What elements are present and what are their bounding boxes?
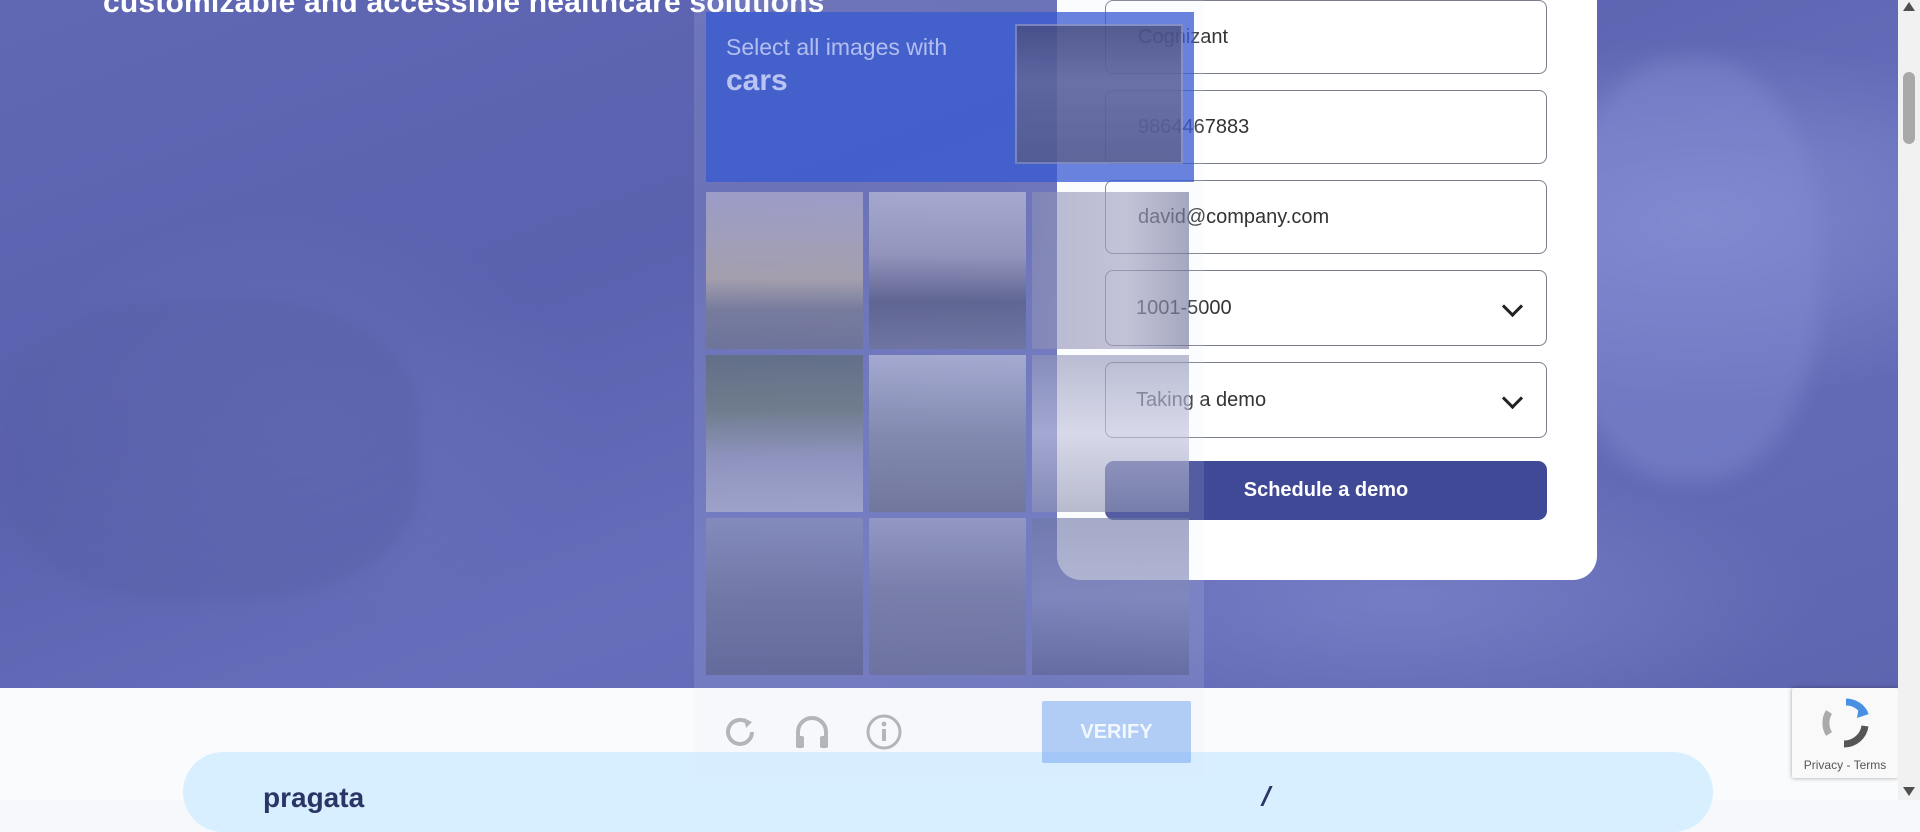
recaptcha-links: Privacy - Terms xyxy=(1792,758,1898,772)
captcha-tile[interactable] xyxy=(1032,192,1189,349)
captcha-tile[interactable] xyxy=(706,518,863,675)
privacy-link[interactable]: Privacy xyxy=(1804,758,1843,772)
recaptcha-badge[interactable]: Privacy - Terms xyxy=(1792,688,1898,778)
scroll-down-icon[interactable] xyxy=(1903,787,1915,796)
captcha-tile[interactable] xyxy=(706,355,863,512)
recaptcha-icon xyxy=(1822,698,1869,748)
scroll-thumb[interactable] xyxy=(1903,72,1915,144)
refresh-icon[interactable] xyxy=(720,712,760,752)
headphones-icon[interactable] xyxy=(792,712,832,752)
captcha-tile[interactable] xyxy=(869,355,1026,512)
captcha-prompt: Select all images with xyxy=(726,34,948,60)
terms-link[interactable]: Terms xyxy=(1854,758,1887,772)
captcha-sample-image xyxy=(1015,24,1183,164)
captcha-tile[interactable] xyxy=(869,518,1026,675)
captcha-tile[interactable] xyxy=(869,192,1026,349)
chevron-down-icon xyxy=(1501,295,1524,318)
verify-button[interactable]: VERIFY xyxy=(1042,701,1191,763)
background-shape xyxy=(0,300,420,600)
captcha-tile[interactable] xyxy=(1032,355,1189,512)
scroll-up-icon[interactable] xyxy=(1903,2,1915,11)
link-separator: - xyxy=(1843,758,1854,772)
captcha-tile[interactable] xyxy=(706,192,863,349)
chevron-down-icon xyxy=(1501,387,1524,410)
background-shape xyxy=(1560,60,1820,480)
captcha-tile[interactable] xyxy=(1032,518,1189,675)
captcha-target: cars xyxy=(726,64,788,97)
info-icon[interactable] xyxy=(864,712,904,752)
partner-logo: pragata xyxy=(263,782,365,813)
